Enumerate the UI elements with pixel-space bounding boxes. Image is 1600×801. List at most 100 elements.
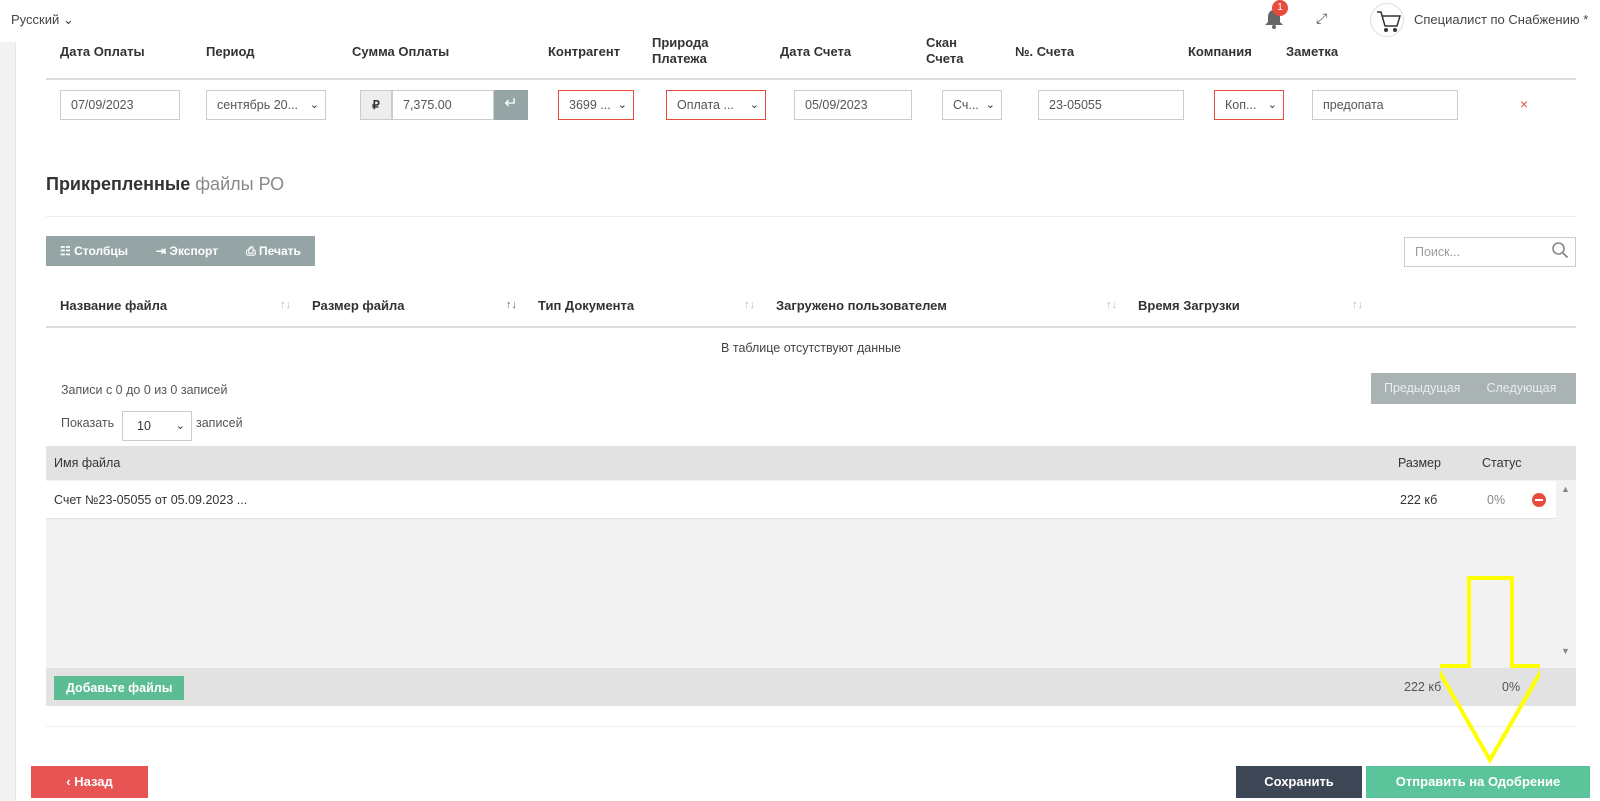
uploader-footer: Добавьте файлы 222 кб 0% — [46, 668, 1576, 706]
columns-icon: ☷ — [60, 244, 75, 258]
ruble-icon: ₽ — [360, 90, 392, 120]
scroll-up-icon[interactable]: ▲ — [1561, 484, 1570, 494]
invoice-scan-value: Сч... — [953, 98, 979, 112]
col-invoice-scan-line1: Скан — [926, 35, 957, 50]
show-label: Показать — [61, 416, 115, 430]
invoice-date-input[interactable]: 05/09/2023 — [794, 90, 912, 120]
chevron-down-icon: ⌄ — [309, 99, 319, 111]
uploader-col-name: Имя файла — [54, 456, 121, 470]
uploader-header: Имя файла Размер Статус — [46, 446, 1576, 480]
col-document-type[interactable]: Тип Документа — [538, 298, 634, 313]
avatar[interactable] — [1370, 3, 1404, 37]
sort-icon[interactable]: ↑↓ — [506, 299, 517, 311]
chevron-down-icon: ⌄ — [617, 99, 627, 111]
chevron-down-icon: ⌄ — [62, 12, 74, 27]
enter-icon[interactable]: ↵ — [494, 90, 528, 120]
print-label: Печать — [259, 244, 301, 258]
columns-button[interactable]: ☷ Столбцы — [46, 236, 142, 266]
col-uploaded-by[interactable]: Загружено пользователем — [776, 298, 947, 313]
total-size: 222 кб — [1404, 680, 1442, 694]
send-for-approval-button[interactable]: Отправить на Одобрение — [1366, 766, 1590, 798]
sort-icon[interactable]: ↑↓ — [744, 299, 755, 311]
col-upload-time[interactable]: Время Загрузки — [1138, 298, 1240, 313]
uploader-col-size: Размер — [1398, 456, 1441, 470]
company-value: Коп... — [1225, 98, 1257, 112]
invoice-number-input[interactable]: 23-05055 — [1038, 90, 1184, 120]
print-button[interactable]: ⎙ Печать — [232, 236, 315, 266]
company-select[interactable]: Коп... ⌄ — [1214, 90, 1284, 120]
chevron-down-icon: ⌄ — [749, 99, 759, 111]
col-company: Компания — [1188, 44, 1252, 59]
search-placeholder: Поиск... — [1415, 245, 1461, 259]
back-button[interactable]: ‹ Назад — [31, 766, 148, 798]
section-title: Прикрепленные файлы РО — [46, 174, 284, 195]
annotation-arrow-icon — [1440, 576, 1540, 764]
pagination: Предыдущая Следующая — [1371, 373, 1576, 404]
print-icon: ⎙ — [246, 244, 260, 258]
divider — [46, 216, 1576, 217]
payment-table-header: Дата Оплаты Период Сумма Оплаты Контраге… — [46, 35, 1576, 80]
chevron-left-icon: ‹ — [66, 774, 75, 789]
period-select[interactable]: сентябрь 20... ⌄ — [206, 90, 326, 120]
next-page-button[interactable]: Следующая — [1473, 373, 1569, 404]
notification-badge: 1 — [1272, 0, 1288, 16]
section-title-light: файлы РО — [195, 174, 285, 194]
contractor-select[interactable]: 3699 ... ⌄ — [558, 90, 634, 120]
search-input[interactable]: Поиск... — [1404, 237, 1576, 267]
remove-file-icon[interactable] — [1532, 493, 1546, 507]
chevron-down-icon: ⌄ — [175, 420, 185, 432]
language-selector[interactable]: Русский ⌄ — [11, 12, 74, 28]
page-size-select[interactable]: 10 ⌄ — [122, 411, 192, 441]
prev-page-button[interactable]: Предыдущая — [1371, 373, 1473, 404]
chevron-down-icon: ⌄ — [1267, 99, 1277, 111]
col-invoice-number: №. Счета — [1015, 44, 1075, 59]
payment-date-input[interactable]: 07/09/2023 — [60, 90, 180, 120]
col-file-name[interactable]: Название файла — [60, 298, 167, 313]
table-toolbar: ☷ Столбцы ⇥ Экспорт ⎙ Печать — [46, 236, 315, 266]
user-name[interactable]: Специалист по Снабжению * — [1414, 12, 1588, 27]
scroll-down-icon[interactable]: ▼ — [1561, 646, 1570, 656]
amount-input[interactable]: 7,375.00 — [392, 90, 494, 120]
files-table-header: Название файла ↑↓ Размер файла ↑↓ Тип До… — [46, 290, 1576, 328]
language-label: Русский — [11, 12, 60, 27]
records-info: Записи с 0 до 0 из 0 записей — [61, 383, 228, 397]
add-files-button[interactable]: Добавьте файлы — [54, 676, 185, 700]
export-label: Экспорт — [169, 244, 219, 258]
col-payment-date: Дата Оплаты — [60, 44, 145, 59]
fullscreen-icon[interactable]: ⤢ — [1316, 10, 1327, 27]
col-invoice-scan-line2: Счета — [926, 51, 964, 66]
save-button[interactable]: Сохранить — [1236, 766, 1362, 798]
show-suffix: записей — [196, 416, 243, 430]
payment-nature-select[interactable]: Оплата ... ⌄ — [666, 90, 766, 120]
export-button[interactable]: ⇥ Экспорт — [142, 236, 232, 266]
col-file-size[interactable]: Размер файла — [312, 298, 405, 313]
back-label: Назад — [74, 774, 113, 789]
file-uploader: Имя файла Размер Статус Счет №23-05055 о… — [46, 446, 1576, 706]
left-sidebar-edge — [0, 42, 16, 801]
uploader-file-row: Счет №23-05055 от 05.09.2023 ... 222 кб … — [46, 481, 1556, 519]
uploader-col-status: Статус — [1482, 456, 1522, 470]
sort-icon[interactable]: ↑↓ — [1352, 299, 1363, 311]
note-input[interactable]: предопата — [1312, 90, 1458, 120]
columns-label: Столбцы — [74, 244, 129, 258]
divider — [46, 726, 1576, 727]
cart-icon — [1377, 11, 1402, 32]
col-note: Заметка — [1286, 44, 1339, 59]
chevron-down-icon: ⌄ — [985, 99, 995, 111]
sort-icon[interactable]: ↑↓ — [280, 299, 291, 311]
col-period: Период — [206, 44, 255, 59]
delete-row-icon[interactable]: × — [1520, 96, 1528, 112]
contractor-value: 3699 ... — [569, 98, 611, 112]
section-title-bold: Прикрепленные — [46, 174, 191, 194]
uploaded-file-name: Счет №23-05055 от 05.09.2023 ... — [54, 493, 248, 507]
col-payment-nature-line2: Платежа — [652, 51, 707, 66]
sort-icon[interactable]: ↑↓ — [1106, 299, 1117, 311]
invoice-scan-select[interactable]: Сч... ⌄ — [942, 90, 1002, 120]
period-value: сентябрь 20... — [217, 98, 299, 112]
col-payment-nature-line1: Природа — [652, 35, 709, 50]
col-payment-nature: Природа Платежа — [652, 35, 708, 67]
search-icon — [1552, 242, 1569, 259]
col-amount: Сумма Оплаты — [352, 44, 450, 59]
page-size-value: 10 — [137, 419, 151, 433]
export-icon: ⇥ — [156, 244, 170, 258]
